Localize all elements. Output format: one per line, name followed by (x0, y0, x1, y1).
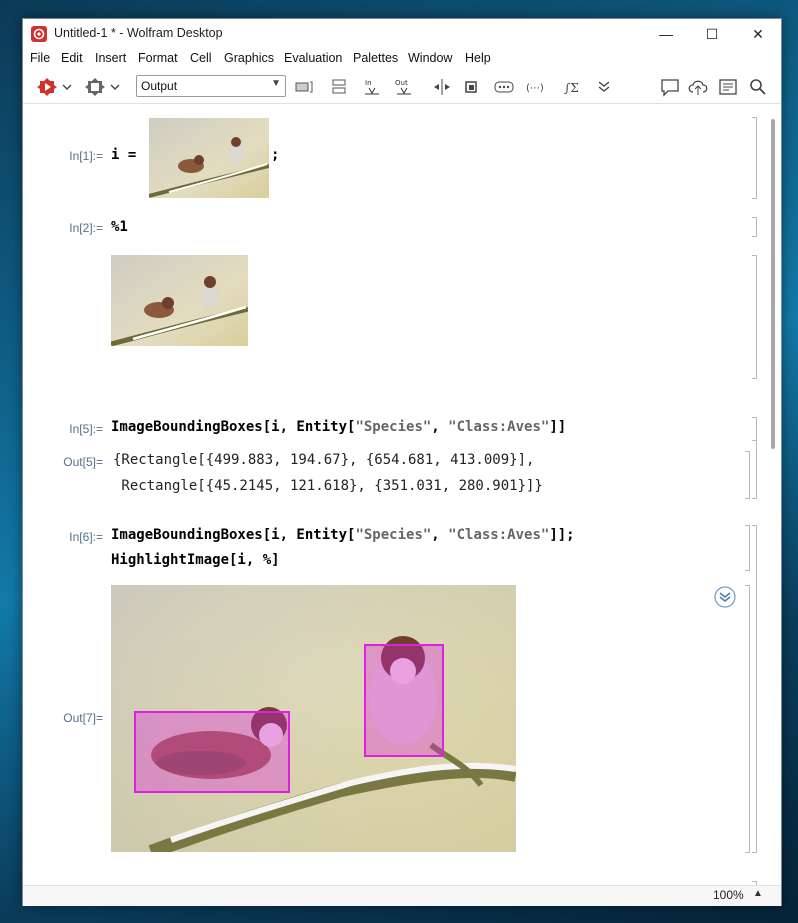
window-title: Untitled-1 * - Wolfram Desktop (54, 26, 223, 40)
group-bracket[interactable] (752, 417, 757, 499)
delimiter-icon[interactable]: (⋯) (525, 77, 551, 97)
code-in5[interactable]: ImageBoundingBoxes[i, Entity["Species", … (111, 419, 566, 435)
cell-label-in5: In[5]:= (23, 422, 103, 436)
bounding-box-sparrow-left (134, 711, 290, 793)
sparrows-thumbnail-output (111, 255, 248, 346)
cell-label-in2: In[2]:= (69, 221, 103, 235)
more-options-icon[interactable] (493, 77, 515, 97)
code-in1-after[interactable]: ; (271, 147, 279, 163)
app-window: Untitled-1 * - Wolfram Desktop — ☐ ✕ Fil… (22, 18, 782, 906)
output-line-2: Rectangle[{45.2145, 121.618}, {351.031, … (113, 478, 543, 494)
output-cell-icon[interactable]: Out (393, 77, 415, 97)
cell-style-value: Output (141, 79, 178, 93)
cell-label-in5-text: In[5]:= (69, 422, 103, 436)
menu-edit[interactable]: Edit (61, 51, 83, 65)
chevron-down-icon-2[interactable] (109, 77, 121, 97)
scrollbar-thumb[interactable] (771, 119, 775, 449)
menu-bar: File Edit Insert Format Cell Graphics Ev… (23, 49, 781, 69)
vertical-scrollbar[interactable] (765, 105, 781, 885)
zoom-menu-icon[interactable]: ▲ (753, 888, 763, 899)
zoom-level[interactable]: 100% (713, 888, 744, 902)
menu-format[interactable]: Format (138, 51, 178, 65)
bounding-box-sparrow-right (364, 644, 444, 757)
code-in6-pre: ImageBoundingBoxes[i, Entity[ (111, 527, 356, 543)
cell-label-out7: Out[7]= (63, 711, 103, 725)
chevron-down-icon-3: ▼ (271, 78, 281, 89)
code-in5-str1: "Species" (355, 419, 432, 435)
cell-bracket-icon[interactable] (329, 77, 351, 97)
menu-graphics[interactable]: Graphics (224, 51, 274, 65)
svg-text:In: In (365, 79, 372, 87)
menu-file[interactable]: File (30, 51, 50, 65)
cell-style-select[interactable]: Output ▼ (136, 75, 286, 97)
cell-bracket[interactable] (745, 585, 750, 853)
group-cells-icon[interactable] (293, 77, 315, 97)
cell-bracket[interactable] (752, 117, 757, 199)
input-cell-icon[interactable]: In (361, 77, 383, 97)
split-cell-icon[interactable] (431, 77, 453, 97)
output-line-1: {Rectangle[{499.883, 194.67}, {654.681, … (113, 452, 535, 468)
settings-gear-icon[interactable] (83, 77, 107, 97)
menu-evaluation[interactable]: Evaluation (284, 51, 342, 65)
chevron-down-icon[interactable] (61, 77, 73, 97)
cell-bracket[interactable] (745, 451, 750, 499)
menu-insert[interactable]: Insert (95, 51, 126, 65)
title-bar: Untitled-1 * - Wolfram Desktop — ☐ ✕ (23, 19, 781, 49)
code-in6-str2: "Class:Aves" (448, 527, 550, 543)
code-in6-comma: , (431, 527, 449, 543)
code-in5-comma: , (431, 419, 449, 435)
code-in6-line2[interactable]: HighlightImage[i, %] (111, 552, 280, 568)
cell-bracket[interactable] (752, 217, 757, 237)
cell-label-in6: In[6]:= (69, 530, 103, 544)
cell-copy-icon[interactable] (461, 77, 483, 97)
cloud-upload-icon[interactable] (687, 77, 709, 97)
menu-window[interactable]: Window (408, 51, 452, 65)
cell-label-in1: In[1]:= (69, 149, 103, 163)
close-button[interactable]: ✕ (735, 19, 781, 49)
toolbar: Output ▼ In Out (⋯) ∫Σ (23, 71, 781, 104)
cell-bracket[interactable] (745, 525, 750, 571)
math-assistant-icon[interactable]: ∫Σ (563, 77, 585, 97)
menu-cell[interactable]: Cell (190, 51, 212, 65)
minimize-button[interactable]: — (643, 19, 689, 49)
svg-text:(⋯): (⋯) (526, 83, 544, 94)
code-in5-post: ]] (549, 419, 567, 435)
code-in2[interactable]: %1 (111, 219, 128, 235)
code-in6-post: ]]; (549, 527, 575, 543)
highlighted-sparrows-image (111, 585, 516, 852)
status-bar: 100% ▲ (23, 885, 781, 906)
notebook-area[interactable]: In[1]:= i = ; In[2]:= %1 In[5]:= ImageBo… (23, 105, 781, 893)
search-icon[interactable] (747, 77, 769, 97)
comment-icon[interactable] (659, 77, 681, 97)
notebook-preview-icon[interactable] (717, 77, 739, 97)
double-chevron-down-icon[interactable] (593, 77, 615, 97)
code-in5-pre: ImageBoundingBoxes[i, Entity[ (111, 419, 356, 435)
code-in1-before[interactable]: i = (111, 147, 145, 163)
cell-bracket[interactable] (752, 255, 757, 379)
code-in6-str1: "Species" (355, 527, 432, 543)
svg-text:Out: Out (395, 79, 408, 87)
group-bracket[interactable] (752, 525, 757, 853)
code-in6-line1[interactable]: ImageBoundingBoxes[i, Entity["Species", … (111, 527, 575, 543)
sparrows-thumbnail-input (149, 118, 269, 198)
evaluate-icon[interactable] (35, 77, 59, 97)
menu-help[interactable]: Help (465, 51, 491, 65)
code-in5-str2: "Class:Aves" (448, 419, 550, 435)
suggestions-chevron-icon[interactable] (713, 585, 737, 609)
menu-palettes[interactable]: Palettes (353, 51, 398, 65)
maximize-button[interactable]: ☐ (689, 19, 735, 49)
svg-text:∫Σ: ∫Σ (564, 81, 579, 95)
cell-label-out5: Out[5]= (63, 455, 103, 469)
wolfram-logo-icon (31, 26, 47, 42)
